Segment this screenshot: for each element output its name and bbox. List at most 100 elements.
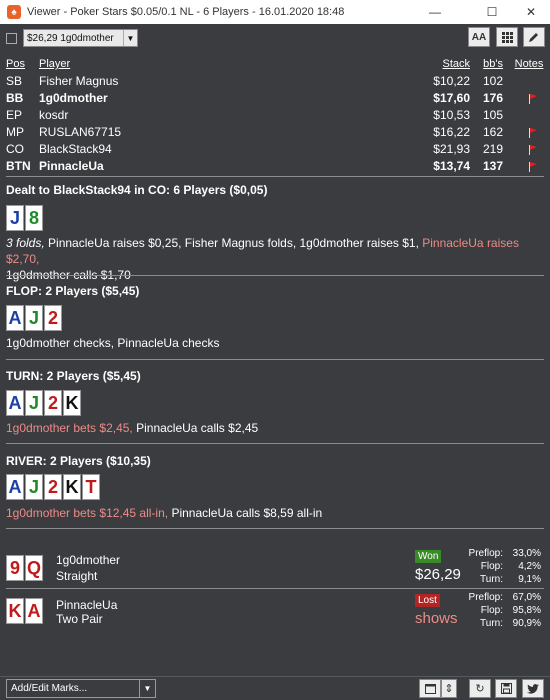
player-pos: SB <box>6 74 23 88</box>
minimize-icon[interactable]: — <box>412 0 458 24</box>
sort-arrows-icon[interactable]: ⇕ <box>441 679 457 698</box>
result-row: 9 Q 1g0dmother Straight Won $26,29 Prefl… <box>0 546 550 586</box>
shown-cards: 9 Q <box>6 555 43 581</box>
player-bbs: 162 <box>482 125 503 139</box>
divider <box>6 275 544 276</box>
table-row[interactable]: BB 1g0dmother $17,60 176 <box>6 90 544 107</box>
stat-value: 9,1% <box>518 574 541 585</box>
header-pos[interactable]: Pos <box>6 56 25 73</box>
board-cards: A J 2 K <box>6 390 81 416</box>
stat-value: 90,9% <box>512 618 541 629</box>
chevron-down-icon[interactable]: ▼ <box>123 30 137 46</box>
divider <box>6 359 544 360</box>
table-row[interactable]: BTN PinnacleUa $13,74 137 <box>6 158 544 175</box>
card: T <box>82 474 100 500</box>
stat-label: Turn: <box>480 574 503 585</box>
player-stack: $17,60 <box>433 91 470 105</box>
table-row[interactable]: CO BlackStack94 $21,93 219 <box>6 141 544 158</box>
pokerstars-logo-icon: ♠ <box>7 5 21 19</box>
card: A <box>6 390 24 416</box>
player-bbs: 219 <box>482 142 503 156</box>
player-pos: EP <box>6 108 23 122</box>
hand-selector-value: $26,29 1g0dmother <box>27 32 114 44</box>
shown-cards: K A <box>6 598 43 624</box>
turn-actions: 1g0dmother bets $2,45, PinnacleUa calls … <box>6 420 544 436</box>
flag-icon[interactable] <box>528 128 538 138</box>
card: J <box>25 390 43 416</box>
player-name: Fisher Magnus <box>39 74 119 88</box>
result-amount: $26,29 <box>415 566 461 583</box>
title-bar: ♠ Viewer - Poker Stars $0.05/0.1 NL - 6 … <box>0 0 550 24</box>
card: K <box>63 390 81 416</box>
players-table: Pos Player Stack bb's Notes SB Fisher Ma… <box>6 56 544 175</box>
header-notes[interactable]: Notes <box>514 56 544 73</box>
font-size-button[interactable]: AA <box>468 27 490 47</box>
flag-icon[interactable] <box>528 162 538 172</box>
player-stack: $10,22 <box>433 74 470 88</box>
close-icon[interactable]: ✕ <box>508 0 550 24</box>
header-stack[interactable]: Stack <box>442 56 470 73</box>
player-bbs: 137 <box>482 159 503 173</box>
replay-icon[interactable]: ↻ <box>469 679 491 698</box>
flag-icon[interactable] <box>528 145 538 155</box>
player-stack: $21,93 <box>433 142 470 156</box>
grid-icon[interactable] <box>496 27 518 47</box>
result-player: 1g0dmother <box>56 553 121 567</box>
player-bbs: 105 <box>482 108 503 122</box>
chevron-down-icon[interactable]: ▼ <box>139 680 155 697</box>
divider <box>6 443 544 444</box>
player-name: 1g0dmother <box>39 91 108 105</box>
divider <box>6 528 544 529</box>
flop-actions: 1g0dmother checks, PinnacleUa checks <box>6 336 220 350</box>
save-icon[interactable] <box>495 679 517 698</box>
player-stack: $16,22 <box>433 125 470 139</box>
action-text: PinnacleUa calls $2,45 <box>132 421 259 435</box>
twitter-icon[interactable] <box>522 679 544 698</box>
divider <box>6 176 544 177</box>
flag-icon[interactable] <box>528 94 538 104</box>
calendar-icon[interactable] <box>419 679 441 698</box>
player-name: kosdr <box>39 108 69 122</box>
table-row[interactable]: EP kosdr $10,53 105 <box>6 107 544 124</box>
player-bbs: 102 <box>482 74 503 88</box>
preflop-title: Dealt to BlackStack94 in CO: 6 Players (… <box>6 183 268 197</box>
board-cards: A J 2 <box>6 305 62 331</box>
card: 2 <box>44 390 62 416</box>
stat-value: 4,2% <box>518 561 541 572</box>
card: K <box>6 598 24 624</box>
stat-value: 95,8% <box>512 605 541 616</box>
header-player[interactable]: Player <box>39 56 70 73</box>
equity-stats: Preflop: 67,0% Flop: 95,8% Turn: 90,9% <box>463 591 541 630</box>
result-hand: Straight <box>56 569 98 583</box>
divider <box>6 588 544 589</box>
equity-stats: Preflop: 33,0% Flop: 4,2% Turn: 9,1% <box>463 547 541 586</box>
marks-dropdown[interactable]: Add/Edit Marks... ▼ <box>6 679 156 698</box>
result-amount: shows <box>415 610 458 627</box>
action-text-highlight: 1g0dmother bets $2,45, <box>6 421 133 435</box>
card: A <box>25 598 43 624</box>
table-row[interactable]: SB Fisher Magnus $10,22 102 <box>6 73 544 90</box>
player-name: BlackStack94 <box>39 142 112 156</box>
river-title: RIVER: 2 Players ($10,35) <box>6 454 151 468</box>
player-name: RUSLAN67715 <box>39 125 122 139</box>
pencil-icon[interactable] <box>523 27 545 47</box>
select-checkbox[interactable] <box>6 32 17 44</box>
player-pos: BB <box>6 91 24 105</box>
card: K <box>63 474 81 500</box>
stat-label: Turn: <box>480 618 503 629</box>
player-name: PinnacleUa <box>39 159 104 173</box>
hand-selector[interactable]: $26,29 1g0dmother ▼ <box>23 29 138 47</box>
action-text: PinnacleUa calls $8,59 all-in <box>168 506 323 520</box>
table-header: Pos Player Stack bb's Notes <box>6 56 544 73</box>
card: A <box>6 474 24 500</box>
action-text: PinnacleUa raises $0,25, Fisher Magnus f… <box>44 236 423 250</box>
stat-value: 33,0% <box>512 548 541 559</box>
card: A <box>6 305 24 331</box>
card: 9 <box>6 555 24 581</box>
turn-title: TURN: 2 Players ($5,45) <box>6 369 141 383</box>
card: J <box>25 305 43 331</box>
stat-label: Preflop: <box>468 548 503 559</box>
header-bbs[interactable]: bb's <box>483 56 503 73</box>
marks-dropdown-label: Add/Edit Marks... <box>11 683 88 694</box>
table-row[interactable]: MP RUSLAN67715 $16,22 162 <box>6 124 544 141</box>
